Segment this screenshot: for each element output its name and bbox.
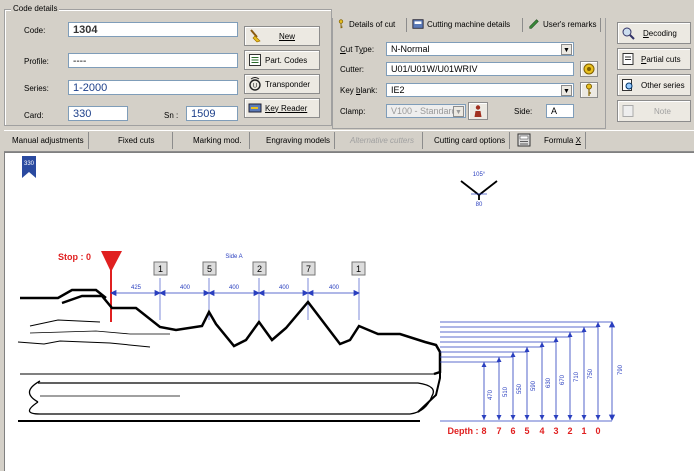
- depth-value: 750: [588, 368, 594, 379]
- depth-level: 0: [595, 426, 600, 436]
- cut-code: 2: [257, 264, 262, 274]
- depth-level: 1: [581, 426, 586, 436]
- cut-code: 1: [356, 264, 361, 274]
- bookmark-icon: [22, 156, 36, 178]
- spacing-label: 400: [329, 285, 340, 291]
- cut-code: 5: [207, 264, 212, 274]
- spacing-label: 400: [279, 285, 290, 291]
- depth-value: 710: [574, 371, 580, 382]
- cut-code-boxes: 1 5 2 7 1: [153, 261, 366, 276]
- depth-title: Depth :: [448, 426, 479, 436]
- key-drawing: 330 105° 80 Stop : 0 Side A 1 5 2 7 1 42…: [17, 156, 624, 436]
- side-a-label: Side A: [225, 254, 242, 260]
- depth-level: 5: [524, 426, 529, 436]
- key-profile: [17, 288, 442, 422]
- angle-label: 105°: [473, 172, 486, 178]
- width-label: 80: [476, 202, 483, 208]
- depth-level: 2: [567, 426, 572, 436]
- depth-value: 550: [517, 383, 523, 394]
- depth-level: 4: [539, 426, 544, 436]
- depth-dimension-lines: [440, 321, 612, 422]
- cut-angle-icon: [460, 180, 498, 200]
- depth-level: 3: [553, 426, 558, 436]
- cut-code: 7: [306, 264, 311, 274]
- bookmark-label: 330: [24, 161, 35, 167]
- depth-value: 470: [488, 389, 494, 400]
- spacing-label: 425: [131, 285, 142, 291]
- depth-value: 590: [531, 380, 537, 391]
- spacing-label: 400: [180, 285, 191, 291]
- stop-label: Stop : 0: [58, 252, 91, 262]
- depth-level: 8: [481, 426, 486, 436]
- depth-level: 6: [510, 426, 515, 436]
- depth-level: 7: [496, 426, 501, 436]
- depth-value: 670: [560, 374, 566, 385]
- depth-value: 510: [503, 386, 509, 397]
- depth-value: 630: [546, 377, 552, 388]
- cut-code: 1: [158, 264, 163, 274]
- stop-marker: [101, 251, 122, 272]
- depth-value: 790: [618, 364, 624, 375]
- spacing-label: 400: [229, 285, 240, 291]
